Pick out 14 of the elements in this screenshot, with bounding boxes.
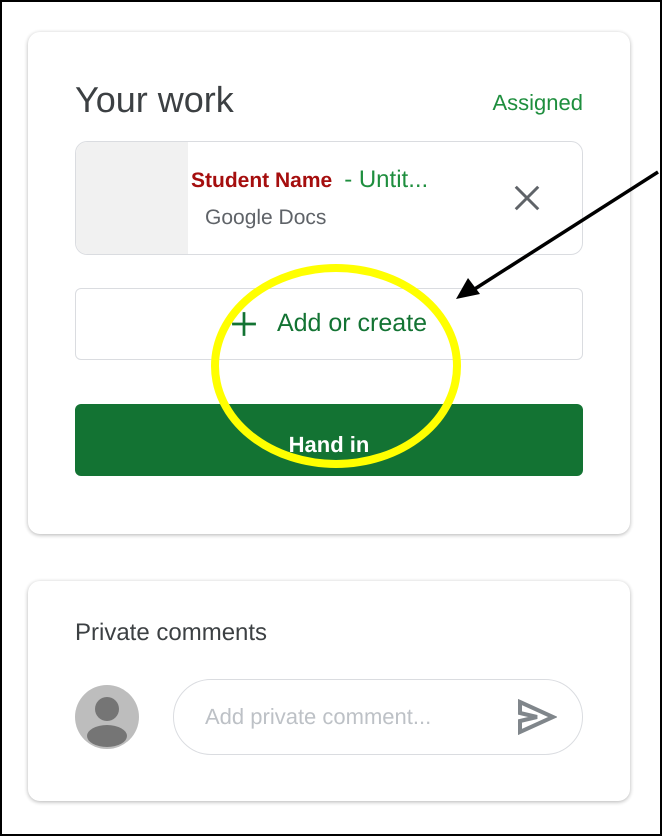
- attachment-card[interactable]: Student Name - Untit... Google Docs: [75, 141, 583, 255]
- card-title: Your work: [75, 82, 234, 118]
- remove-button[interactable]: [512, 183, 542, 213]
- avatar-icon: [75, 685, 139, 749]
- add-button[interactable]: Add or create: [75, 288, 583, 360]
- status-label: Assigned: [492, 89, 583, 117]
- file-title: - Untit...: [344, 165, 428, 196]
- comment-field[interactable]: Add private comment...: [173, 679, 583, 755]
- send-icon[interactable]: [517, 699, 557, 735]
- plus-icon: [230, 311, 257, 337]
- file-type: Google Docs: [204, 205, 328, 232]
- hand-in-button[interactable]: Hand in: [75, 404, 583, 476]
- card-title: Private comments: [75, 618, 268, 648]
- close-icon: [512, 183, 542, 213]
